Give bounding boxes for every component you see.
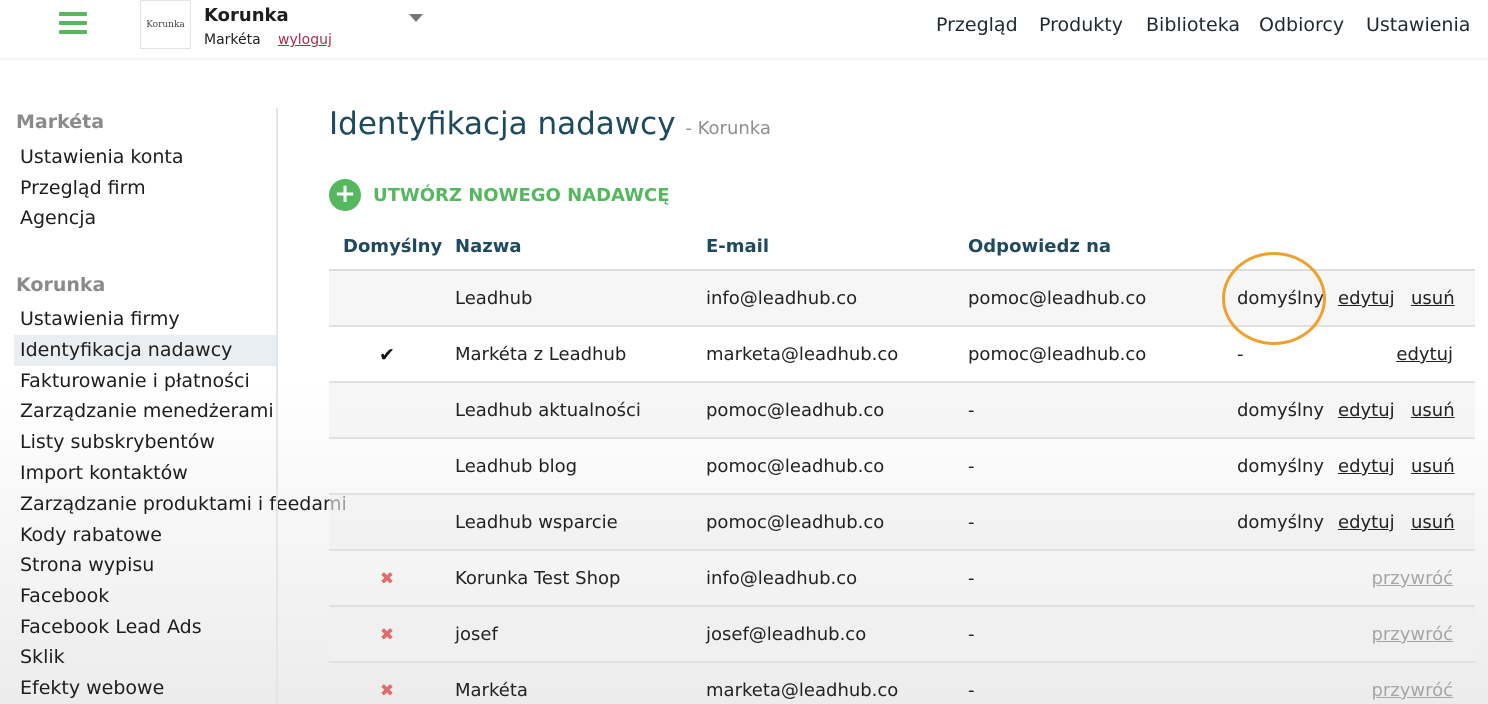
sender-reply-to: -	[968, 456, 975, 477]
create-sender-label: UTWÓRZ NOWEGO NADAWCĘ	[373, 184, 670, 206]
page-title: Identyfikacja nadawcy - Korunka	[329, 106, 771, 142]
deleted-icon: ✖	[379, 681, 395, 701]
sender-reply-to: -	[968, 624, 975, 645]
set-default-link[interactable]: domyślny	[1237, 439, 1324, 495]
sender-email: pomoc@leadhub.co	[706, 512, 885, 533]
page-subtitle: - Korunka	[685, 118, 771, 139]
sidebar-item-sender-identity[interactable]: Identyfikacja nadawcy	[14, 335, 276, 366]
sidebar-item-facebook[interactable]: Facebook	[14, 581, 276, 612]
chevron-down-icon[interactable]	[409, 14, 423, 22]
create-sender-button[interactable]: + UTWÓRZ NOWEGO NADAWCĘ	[329, 179, 670, 211]
sender-reply-to: -	[968, 512, 975, 533]
sender-reply-to: pomoc@leadhub.co	[968, 288, 1147, 309]
table-row: ✖ Korunka Test Shop info@leadhub.co - pr…	[329, 551, 1475, 607]
plus-icon: +	[329, 179, 361, 211]
sidebar-item-facebook-lead-ads[interactable]: Facebook Lead Ads	[14, 612, 276, 643]
sidebar-divider	[276, 108, 278, 704]
top-bar: Korunka Korunka Markéta wyloguj Przegląd…	[0, 0, 1488, 58]
user-name: Markéta	[204, 32, 261, 48]
company-name: Korunka	[204, 5, 289, 26]
sender-email: info@leadhub.co	[706, 288, 858, 309]
delete-link[interactable]: usuń	[1411, 495, 1455, 551]
delete-link[interactable]: usuń	[1411, 271, 1455, 327]
sender-email: josef@leadhub.co	[706, 624, 867, 645]
logout-link[interactable]: wyloguj	[278, 32, 332, 48]
page-title-text: Identyfikacja nadawcy	[329, 106, 676, 142]
checkmark-icon: ✔	[379, 344, 395, 366]
nav-settings[interactable]: Ustawienia	[1366, 14, 1470, 36]
column-header-email: E-mail	[706, 236, 770, 257]
column-header-name: Nazwa	[455, 236, 522, 257]
nav-products[interactable]: Produkty	[1039, 14, 1123, 36]
table-row: Leadhub aktualności pomoc@leadhub.co - d…	[329, 383, 1475, 439]
sidebar-user-heading: Markéta	[16, 111, 105, 133]
sidebar-item-company-overview[interactable]: Przegląd firm	[14, 173, 276, 204]
set-default-link[interactable]: domyślny	[1237, 383, 1324, 439]
sidebar-item-managers[interactable]: Zarządzanie menedżerami	[14, 396, 276, 427]
sidebar-item-web-effects[interactable]: Efekty webowe	[14, 673, 276, 704]
sender-email: pomoc@leadhub.co	[706, 456, 885, 477]
sender-name: Korunka Test Shop	[455, 568, 621, 589]
table-row: Leadhub wsparcie pomoc@leadhub.co - domy…	[329, 495, 1475, 551]
sender-email: pomoc@leadhub.co	[706, 400, 885, 421]
sidebar-item-contact-import[interactable]: Import kontaktów	[14, 458, 276, 489]
sender-name: Leadhub	[455, 288, 533, 309]
column-header-reply-to: Odpowiedz na	[968, 236, 1112, 257]
sidebar-item-company-settings[interactable]: Ustawienia firmy	[14, 304, 276, 335]
table-row: ✖ Markéta marketa@leadhub.co - przywróć	[329, 663, 1475, 704]
column-header-default: Domyślny	[343, 236, 443, 257]
edit-link[interactable]: edytuj	[1396, 327, 1453, 383]
table-row: ✔ Markéta z Leadhub marketa@leadhub.co p…	[329, 327, 1475, 383]
edit-link[interactable]: edytuj	[1338, 439, 1395, 495]
sender-reply-to: -	[968, 568, 975, 589]
delete-link[interactable]: usuń	[1411, 439, 1455, 495]
sidebar-item-sklik[interactable]: Sklik	[14, 642, 276, 673]
deleted-icon: ✖	[379, 625, 395, 645]
deleted-icon: ✖	[379, 569, 395, 589]
sender-email: marketa@leadhub.co	[706, 344, 899, 365]
nav-overview[interactable]: Przegląd	[936, 14, 1018, 36]
sidebar-item-discount-codes[interactable]: Kody rabatowe	[14, 520, 276, 551]
restore-link[interactable]: przywróć	[1371, 551, 1453, 607]
table-row: ✖ josef josef@leadhub.co - przywróć	[329, 607, 1475, 663]
restore-link[interactable]: przywróć	[1371, 663, 1453, 704]
sender-reply-to: -	[968, 680, 975, 701]
sidebar-item-products-feeds[interactable]: Zarządzanie produktami i feedami	[14, 489, 347, 520]
sidebar-item-billing[interactable]: Fakturowanie i płatności	[14, 366, 276, 397]
delete-link[interactable]: usuń	[1411, 383, 1455, 439]
sidebar-item-agency[interactable]: Agencja	[14, 203, 276, 234]
edit-link[interactable]: edytuj	[1338, 495, 1395, 551]
restore-link[interactable]: przywróć	[1371, 607, 1453, 663]
edit-link[interactable]: edytuj	[1338, 383, 1395, 439]
table-row: Leadhub info@leadhub.co pomoc@leadhub.co…	[329, 271, 1475, 327]
sender-name: Markéta z Leadhub	[455, 344, 627, 365]
sidebar-item-account-settings[interactable]: Ustawienia konta	[14, 142, 276, 173]
sender-email: marketa@leadhub.co	[706, 680, 899, 701]
sidebar-item-unsubscribe-page[interactable]: Strona wypisu	[14, 550, 276, 581]
sidebar-item-subscriber-lists[interactable]: Listy subskrybentów	[14, 427, 276, 458]
nav-library[interactable]: Biblioteka	[1146, 14, 1240, 36]
table-row: Leadhub blog pomoc@leadhub.co - domyślny…	[329, 439, 1475, 495]
sender-email: info@leadhub.co	[706, 568, 858, 589]
edit-link[interactable]: edytuj	[1338, 271, 1395, 327]
sender-name: josef	[455, 624, 498, 645]
default-placeholder: -	[1237, 344, 1244, 365]
sidebar-company-heading: Korunka	[16, 274, 106, 296]
sender-name: Leadhub wsparcie	[455, 512, 618, 533]
sender-name: Leadhub blog	[455, 456, 578, 477]
sender-name: Markéta	[455, 680, 528, 701]
set-default-link[interactable]: domyślny	[1237, 495, 1324, 551]
sender-name: Leadhub aktualności	[455, 400, 641, 421]
company-logo: Korunka	[140, 0, 191, 49]
sender-reply-to: pomoc@leadhub.co	[968, 344, 1147, 365]
set-default-link[interactable]: domyślny	[1237, 271, 1324, 327]
nav-recipients[interactable]: Odbiorcy	[1259, 14, 1344, 36]
sender-reply-to: -	[968, 400, 975, 421]
hamburger-menu-icon[interactable]	[59, 12, 87, 36]
